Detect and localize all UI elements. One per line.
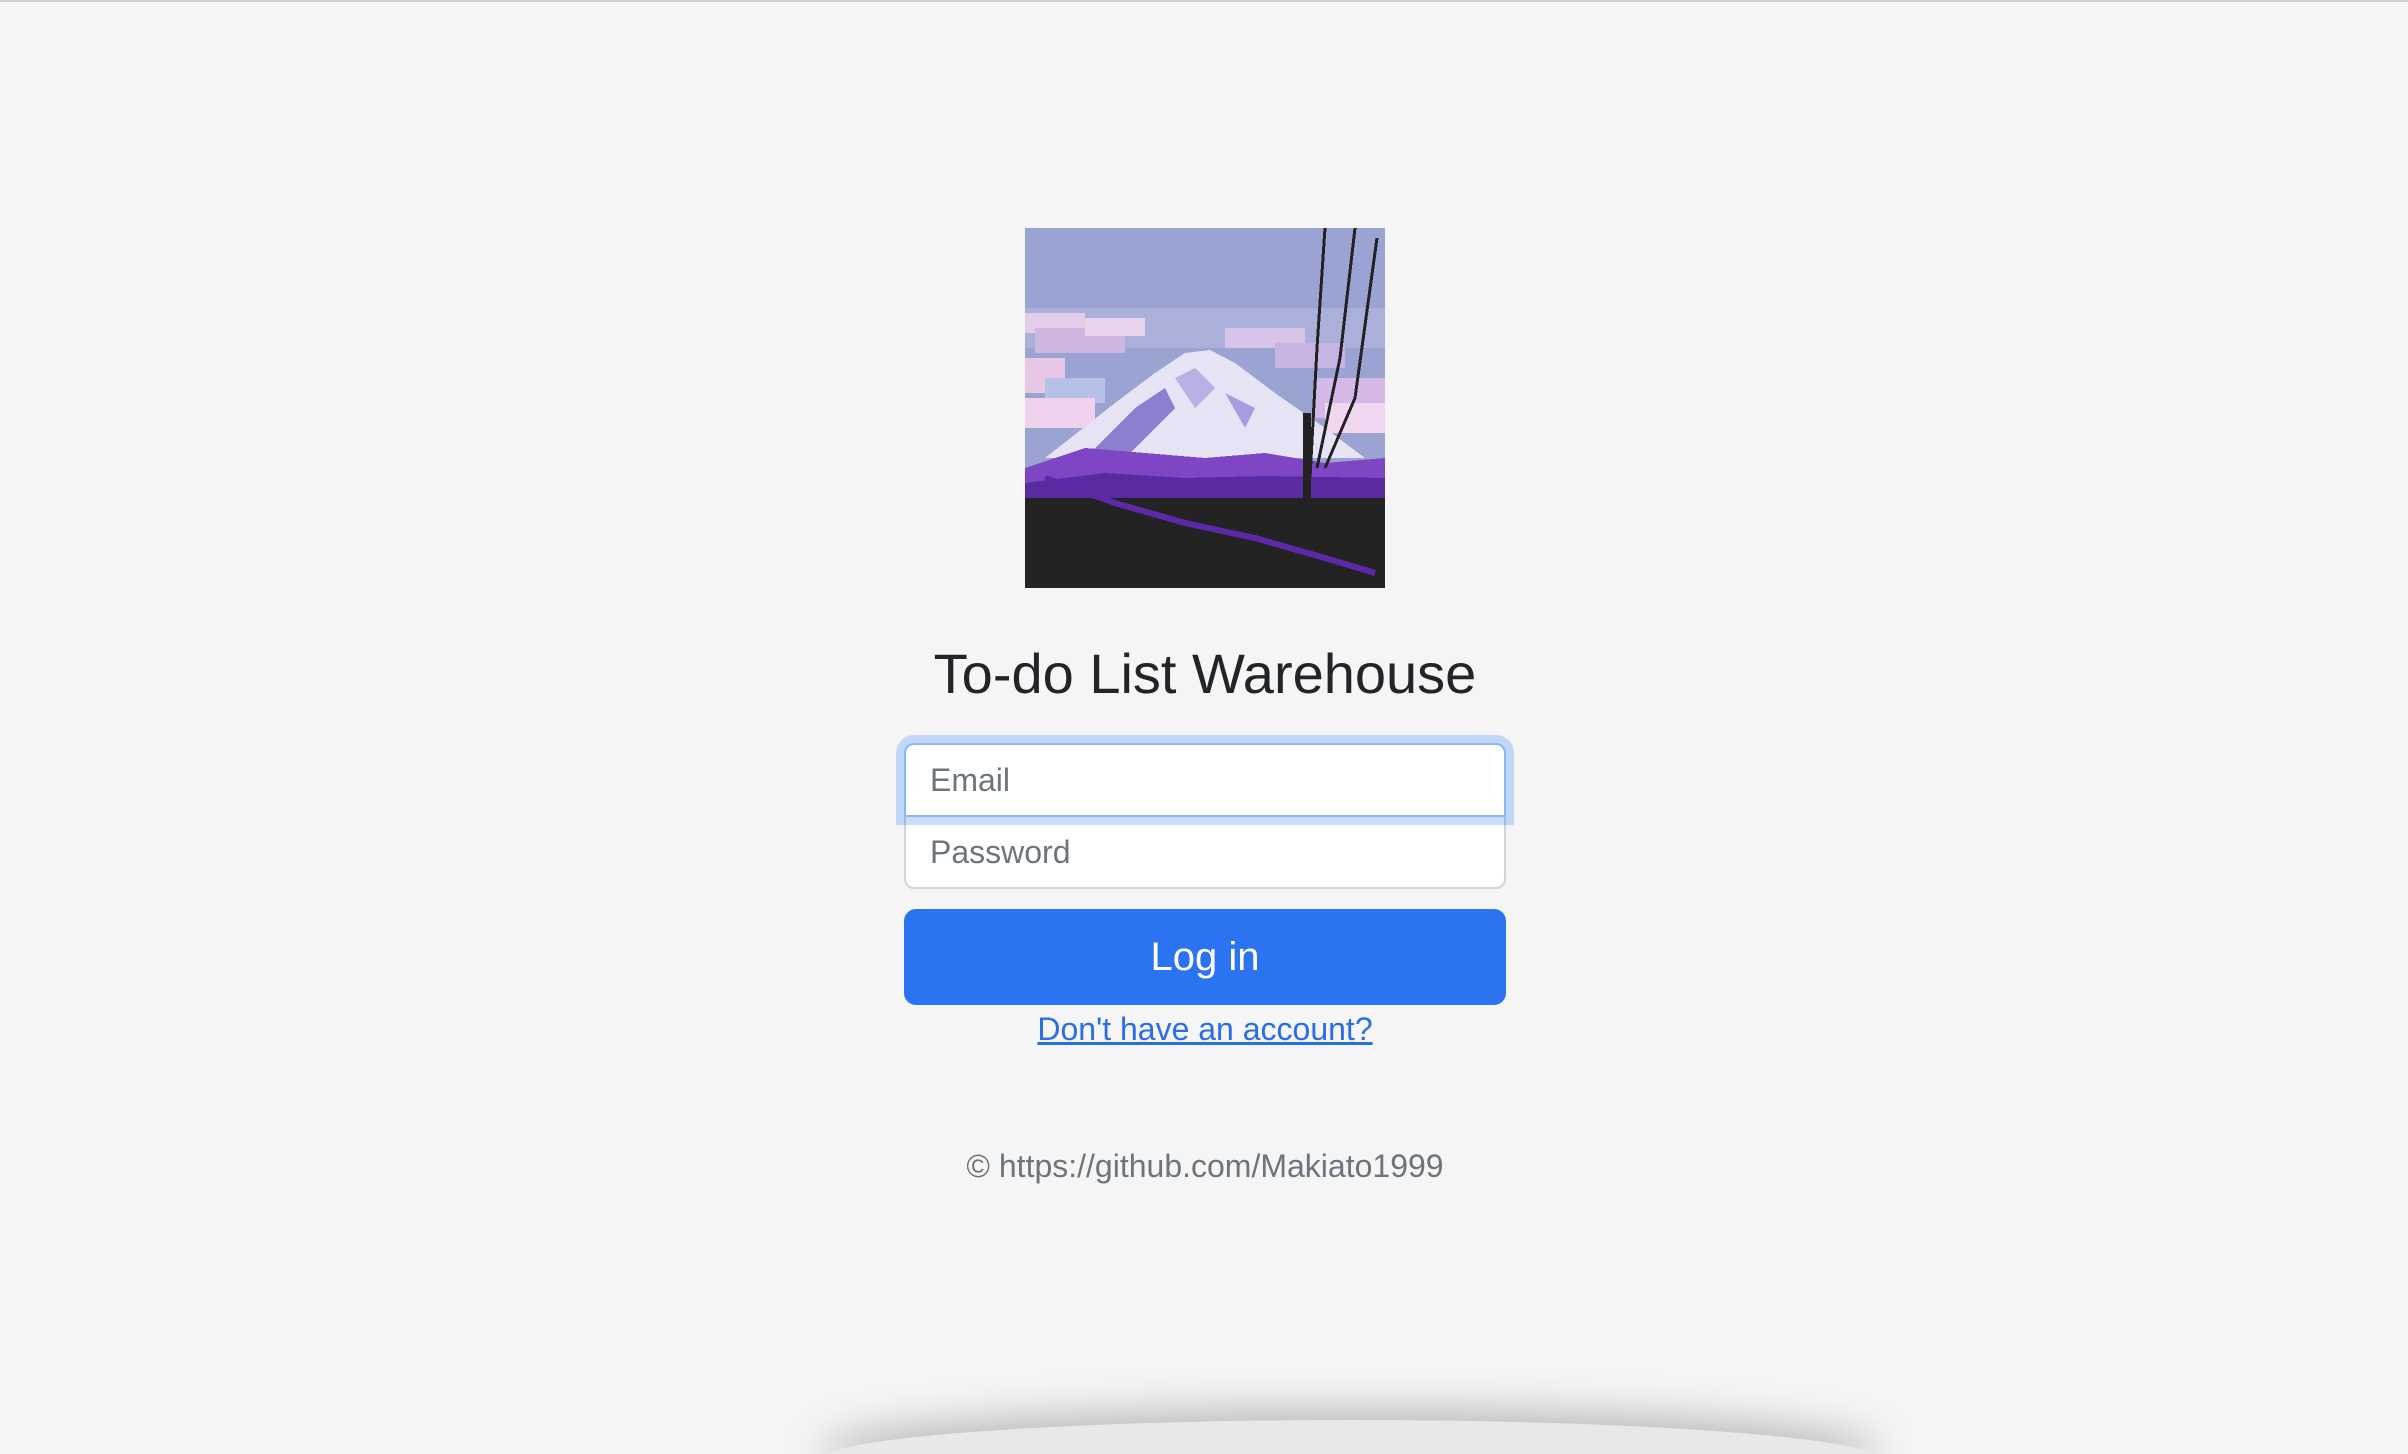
window-top-border xyxy=(0,0,2408,2)
email-field[interactable] xyxy=(904,743,1506,818)
login-form xyxy=(904,743,1506,890)
copyright-text: © https://github.com/Makiato1999 xyxy=(966,1148,1444,1185)
app-title: To-do List Warehouse xyxy=(933,642,1477,705)
login-button[interactable]: Log in xyxy=(904,909,1506,1006)
signin-container: To-do List Warehouse Log in Don't have a… xyxy=(904,228,1506,1185)
mountain-logo-icon xyxy=(1025,228,1385,588)
password-field[interactable] xyxy=(904,815,1506,890)
bottom-dock-shadow xyxy=(820,1420,1880,1454)
signup-link[interactable]: Don't have an account? xyxy=(1037,1011,1372,1048)
